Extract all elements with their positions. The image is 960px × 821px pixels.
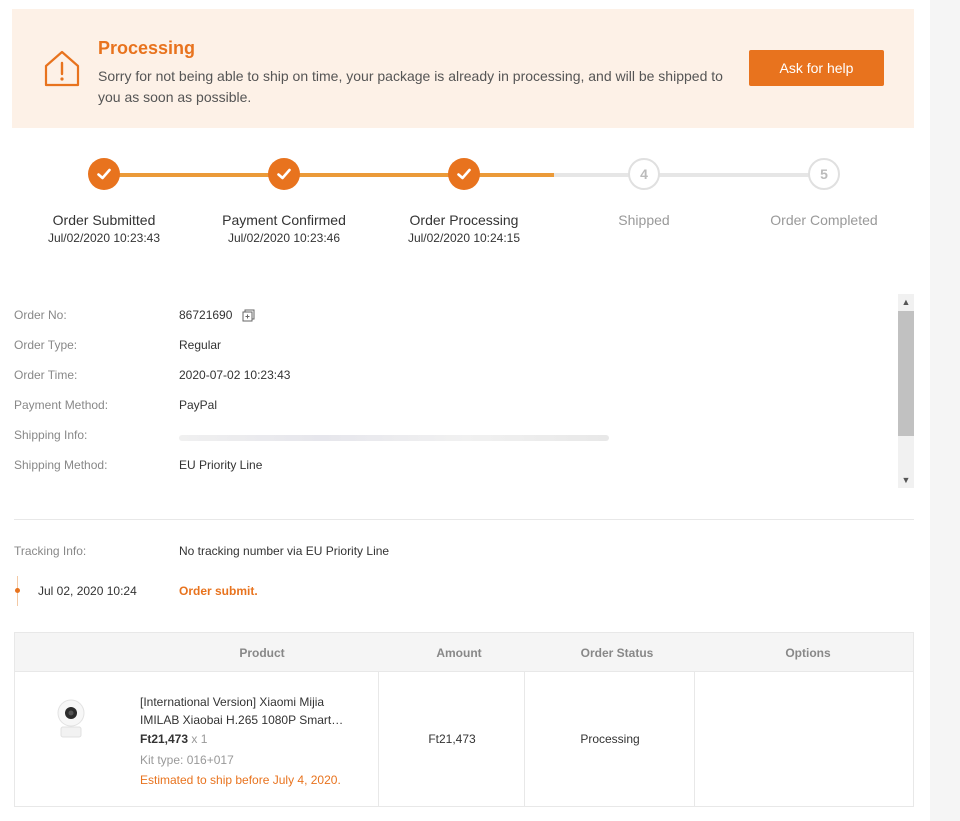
progress-track-done — [104, 173, 554, 177]
scroll-down-arrow-icon[interactable]: ▼ — [898, 472, 914, 488]
step-3-label: Order Processing — [409, 212, 519, 228]
product-kit-type: Kit type: 016+017 — [140, 753, 234, 767]
step-3-time: Jul/02/2020 10:24:15 — [407, 231, 521, 245]
step-1-time: Jul/02/2020 10:23:43 — [47, 231, 161, 245]
product-table: Product Amount Order Status Options [Int… — [14, 632, 914, 807]
product-camera-image[interactable] — [53, 695, 89, 739]
scroll-up-arrow-icon[interactable]: ▲ — [898, 294, 914, 310]
header-order-status: Order Status — [580, 646, 654, 660]
order-no-label: Order No: — [14, 308, 67, 322]
page-side-strip — [930, 0, 960, 821]
shipping-method-label: Shipping Method: — [14, 458, 108, 472]
shipping-info-label: Shipping Info: — [14, 428, 88, 442]
ship-estimate: Estimated to ship before July 4, 2020. — [140, 773, 341, 787]
order-progress-steps: 4 5 Order Submitted Jul/02/2020 10:23:43… — [0, 150, 914, 250]
ask-for-help-button[interactable]: Ask for help — [749, 50, 884, 86]
shipping-method-value: EU Priority Line — [179, 458, 263, 472]
product-name[interactable]: [International Version] Xiaomi Mijia IMI… — [140, 693, 360, 729]
table-header: Product Amount Order Status Options — [15, 633, 913, 672]
step-1-label: Order Submitted — [52, 212, 156, 228]
copy-icon[interactable] — [242, 309, 255, 322]
section-divider — [14, 519, 914, 520]
payment-method-label: Payment Method: — [14, 398, 109, 412]
step-5-label: Order Completed — [770, 212, 878, 228]
step-1-check-icon — [88, 158, 120, 190]
processing-banner: Processing Sorry for not being able to s… — [12, 9, 914, 128]
order-time-label: Order Time: — [14, 368, 78, 382]
step-2-time: Jul/02/2020 10:23:46 — [227, 231, 341, 245]
timeline-dot — [15, 588, 20, 593]
row-amount: Ft21,473 — [428, 732, 476, 746]
product-qty: x 1 — [191, 732, 208, 746]
banner-title: Processing — [98, 38, 196, 58]
order-time-value: 2020-07-02 10:23:43 — [179, 368, 291, 382]
shipping-info-redacted — [179, 435, 609, 441]
order-type-label: Order Type: — [14, 338, 78, 352]
header-product: Product — [239, 646, 285, 660]
warning-house-icon — [44, 50, 80, 87]
progress-track-pending — [554, 173, 824, 177]
header-amount: Amount — [436, 646, 482, 660]
step-5-number: 5 — [808, 158, 840, 190]
row-order-status: Processing — [580, 732, 640, 746]
scroll-thumb[interactable] — [898, 311, 914, 436]
banner-message: Sorry for not being able to ship on time… — [98, 68, 723, 105]
order-type-value: Regular — [179, 338, 222, 352]
step-2-check-icon — [268, 158, 300, 190]
order-info-panel: Order No: 86721690 Order Type: Regular O… — [12, 294, 914, 488]
timeline-event-text: Order submit. — [179, 584, 258, 598]
product-price: Ft21,473 — [140, 732, 189, 746]
info-scrollbar[interactable]: ▲ ▼ — [898, 294, 914, 488]
step-2-label: Payment Confirmed — [222, 212, 346, 228]
tracking-info-value: No tracking number via EU Priority Line — [179, 544, 390, 558]
tracking-info-label: Tracking Info: — [14, 544, 87, 558]
order-no-value: 86721690 — [179, 308, 233, 322]
step-4-number: 4 — [628, 158, 660, 190]
payment-method-value: PayPal — [179, 398, 218, 412]
step-3-check-icon — [448, 158, 480, 190]
product-price-line: Ft21,473 x 1 — [140, 732, 207, 746]
header-options: Options — [785, 646, 831, 660]
timeline-event-time: Jul 02, 2020 10:24 — [38, 584, 137, 598]
step-4-label: Shipped — [618, 212, 670, 228]
